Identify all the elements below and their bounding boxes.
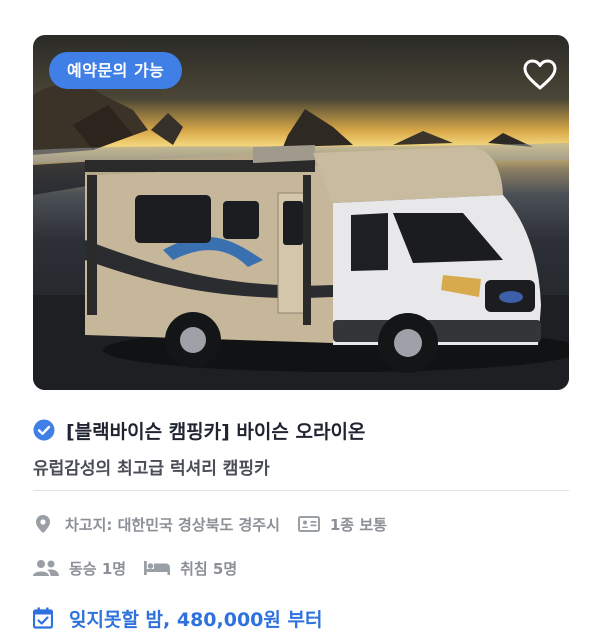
- listing-subtitle: 유럽감성의 최고급 럭셔리 캠핑카: [33, 459, 270, 479]
- license-text: 1종 보통: [329, 515, 387, 534]
- listing-card[interactable]: 예약문의 가능 [블랙바이슨 캠핑카] 바이슨 오라이온 유럽감성의 최고급 럭…: [33, 35, 569, 631]
- users-icon: [33, 560, 59, 576]
- listing-title[interactable]: [블랙바이슨 캠핑카] 바이슨 오라이온: [66, 417, 365, 444]
- location-info: 차고지: 대한민국 경상북도 경주시 1종 보통: [33, 511, 387, 537]
- heart-outline-icon[interactable]: [523, 59, 557, 91]
- booking-available-badge: 예약문의 가능: [49, 52, 183, 89]
- id-card-icon: [297, 516, 320, 532]
- passengers-text: 동승 1명: [69, 559, 127, 578]
- divider: [33, 490, 569, 491]
- sleeps-text: 취침 5명: [180, 559, 238, 578]
- title-row[interactable]: [블랙바이슨 캠핑카] 바이슨 오라이온: [33, 416, 569, 444]
- rv-photo[interactable]: 예약문의 가능: [33, 35, 569, 390]
- calendar-check-icon: [33, 607, 53, 629]
- price-row[interactable]: 잊지못할 밤, 480,000원 부터: [33, 603, 322, 633]
- bed-icon: [144, 561, 171, 575]
- price-text: 잊지못할 밤, 480,000원 부터: [69, 608, 323, 631]
- map-pin-icon: [36, 515, 50, 533]
- capacity-info: 동승 1명 취침 5명: [33, 555, 237, 581]
- check-circle-icon: [33, 419, 55, 441]
- location-text: 차고지: 대한민국 경상북도 경주시: [65, 515, 280, 534]
